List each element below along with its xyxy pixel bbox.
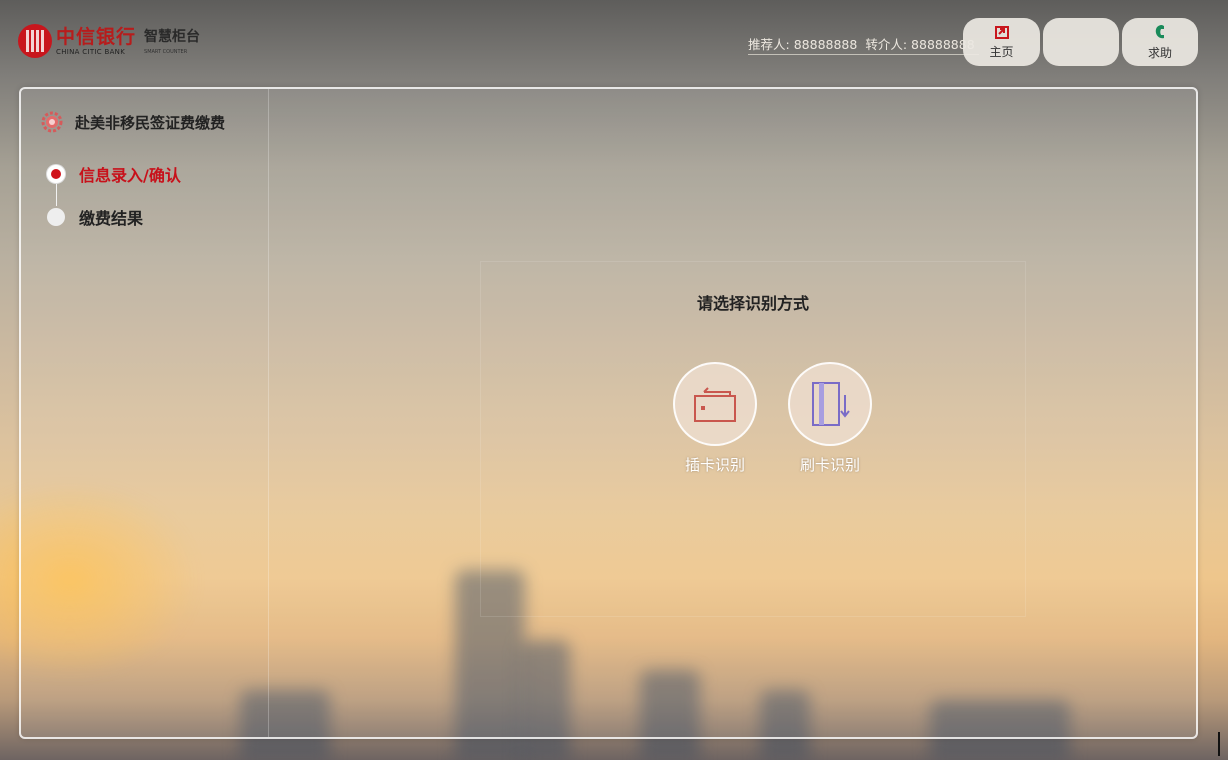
home-button-label: 主页 [989,45,1014,59]
prompt-title: 请选择识别方式 [696,294,809,313]
step-inactive-dot [47,208,65,226]
logo-name-en: CHINA CITIC BANK [56,47,126,56]
logo-sub-en: SMART COUNTER [144,48,188,55]
swipe-card-label: 刷卡识别 [799,456,860,474]
card-insert-icon [694,387,736,422]
main-panel: 赴美非移民签证费缴费 信息录入/确认 缴费结果 请选择识别方式 插卡识别 刷卡识… [19,87,1198,739]
sidebar-title-text: 赴美非移民签证费缴费 [75,113,226,132]
sidebar: 赴美非移民签证费缴费 信息录入/确认 缴费结果 [21,89,269,737]
sidebar-title: 赴美非移民签证费缴费 [41,111,225,133]
phone-icon [1155,25,1164,39]
insert-card-option[interactable]: 插卡识别 [670,362,760,475]
help-button[interactable]: 求助 [1122,18,1198,66]
identify-method-box: 请选择识别方式 插卡识别 刷卡识别 [480,261,1026,617]
step-label: 信息录入/确认 [79,166,181,185]
home-icon [994,26,1009,39]
logo-sub-cn: 智慧柜台 [144,28,201,45]
home-button[interactable]: 主页 [963,18,1040,66]
swipe-card-button[interactable] [788,362,872,446]
header: 中信银行 CHINA CITIC BANK 智慧柜台 SMART COUNTER… [0,0,1228,84]
recommender-label: 推荐人: [748,37,790,52]
gear-icon [41,111,63,133]
step-payment-result: 缴费结果 [47,205,143,229]
logo-name-cn: 中信银行 [56,25,137,48]
step-info-entry: 信息录入/确认 [47,162,181,186]
swipe-card-option[interactable]: 刷卡识别 [785,362,875,475]
bank-logo: 中信银行 CHINA CITIC BANK 智慧柜台 SMART COUNTER [18,24,200,58]
recommender-value: 88888888 [793,37,858,52]
step-active-dot [47,165,65,183]
step-label: 缴费结果 [79,209,144,228]
blank-button[interactable] [1043,18,1119,66]
citic-logo-icon [18,24,52,58]
text-cursor-icon [1218,732,1220,756]
insert-card-label: 插卡识别 [684,456,745,474]
referrer-label: 转介人: [865,37,908,52]
help-button-label: 求助 [1147,46,1172,60]
card-swipe-icon [812,382,850,426]
referrer-info: 推荐人: 88888888 转介人: 88888888 [748,34,979,55]
insert-card-button[interactable] [673,362,757,446]
